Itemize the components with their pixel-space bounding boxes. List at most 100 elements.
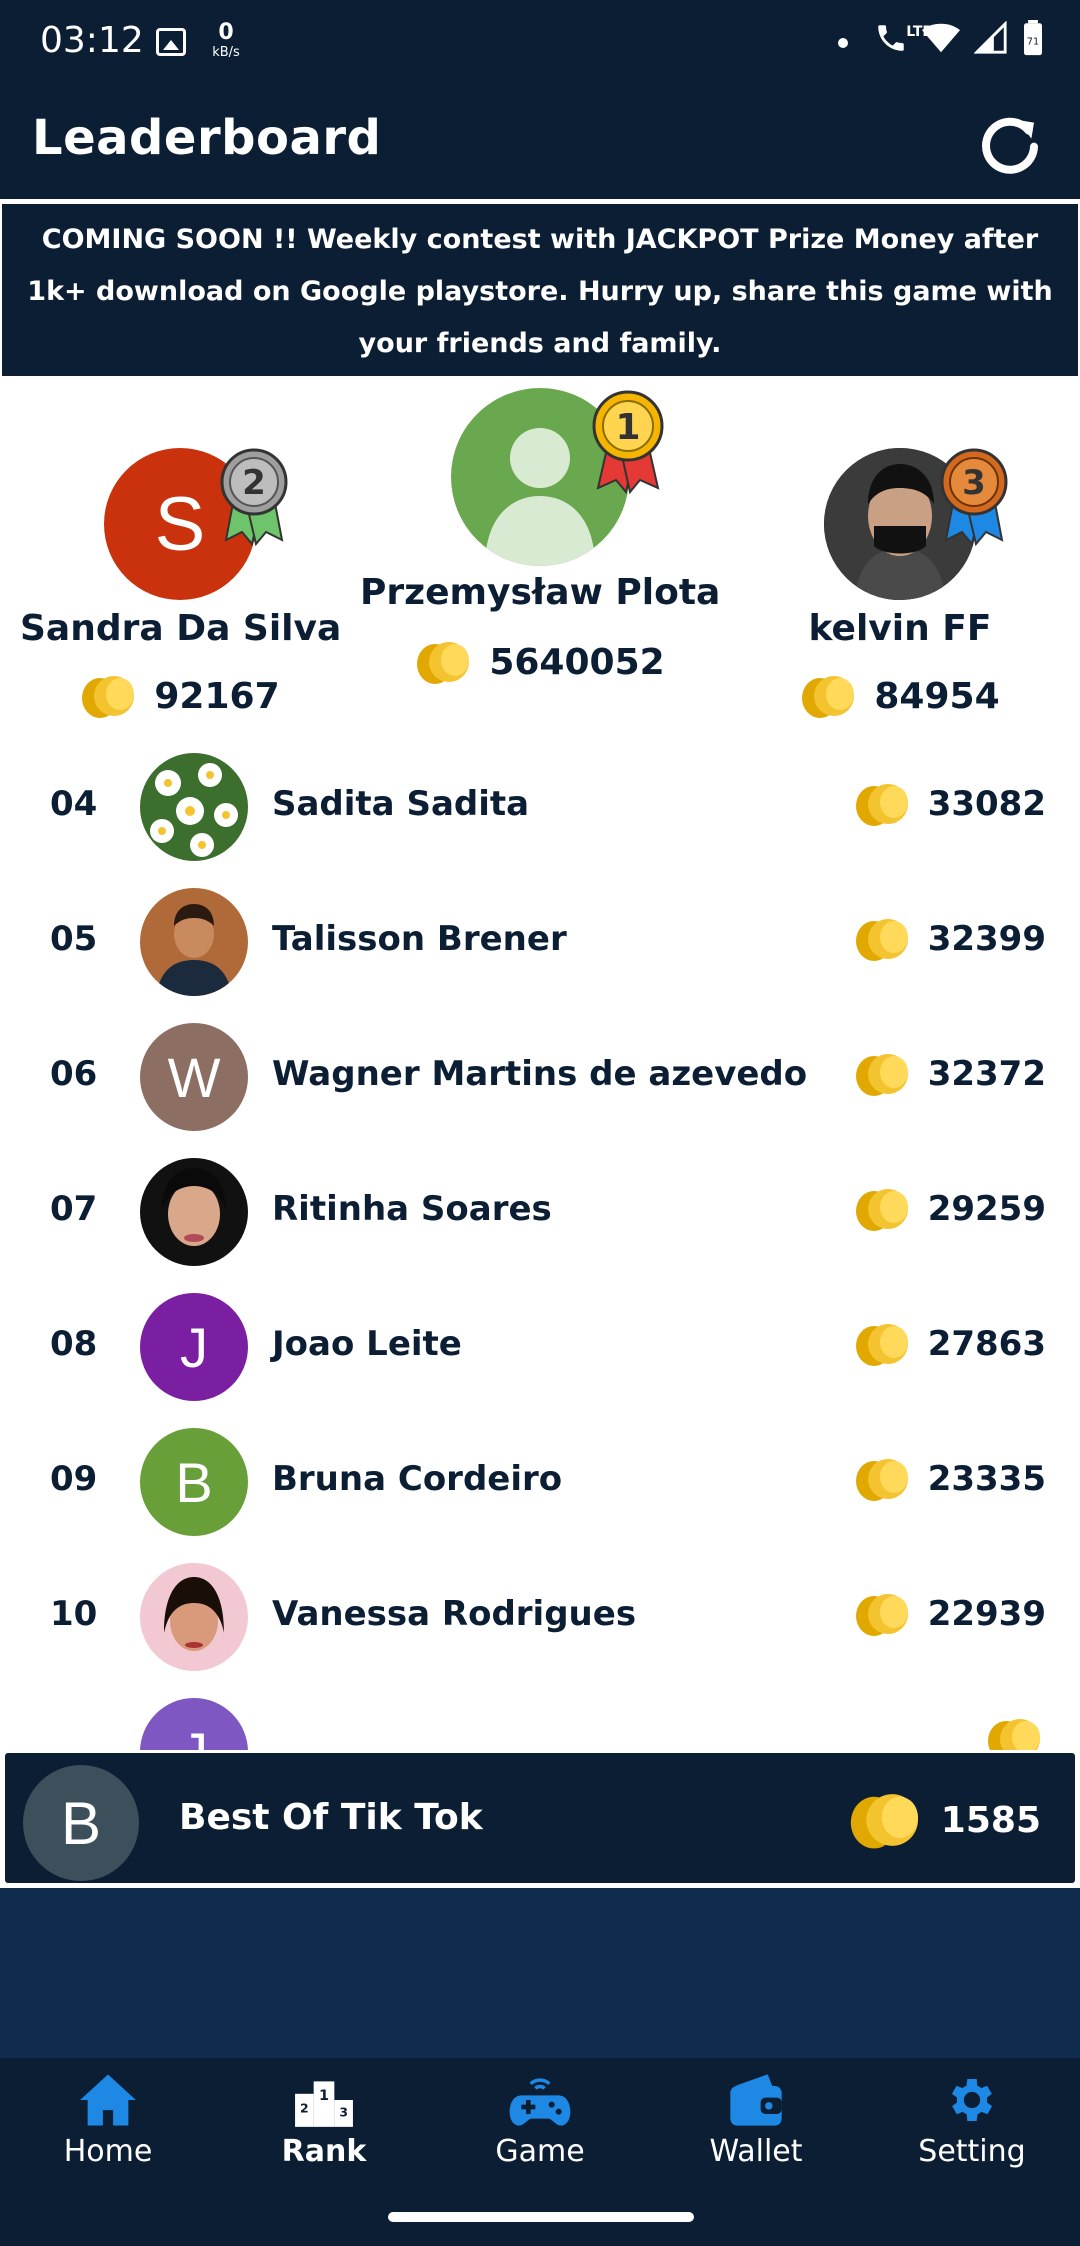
coin-icon — [855, 1054, 908, 1096]
list-item[interactable]: J — [0, 1685, 1080, 1750]
current-user-rank[interactable]: B Best Of Tik Tok 1585 — [2, 1750, 1078, 1886]
call-icon — [878, 25, 904, 51]
player-score: 84954 — [740, 672, 1060, 720]
avatar — [140, 1563, 248, 1671]
podium-third[interactable]: 3 kelvin FF 84954 — [740, 376, 1060, 736]
player-name: Vanessa Rodrigues — [272, 1594, 637, 1634]
medal-number: 3 — [962, 463, 986, 503]
medal-number: 1 — [615, 407, 640, 448]
player-name: Joao Leite — [272, 1324, 462, 1364]
podium-second[interactable]: S 2 Sandra Da Silva 92167 — [20, 376, 342, 736]
avatar: J — [140, 1698, 248, 1750]
network-type: LTE — [906, 24, 932, 40]
score-value: 32372 — [927, 1054, 1046, 1094]
home-gesture-handle[interactable] — [388, 2212, 694, 2222]
player-name: Sandra Da Silva — [20, 608, 342, 649]
top-three-podium: S 2 Sandra Da Silva 92167 1 Przemysław P… — [0, 376, 1080, 736]
podium-first[interactable]: 1 Przemysław Plota 5640052 — [360, 376, 720, 706]
wallet-icon — [730, 2074, 782, 2126]
score-value: 84954 — [874, 675, 1000, 717]
coin-icon — [855, 1459, 908, 1501]
player-score: 29259 — [854, 1185, 1046, 1233]
list-item[interactable]: 07 Ritinha Soares 29259 — [0, 1145, 1080, 1280]
nav-rank[interactable]: 1 2 3 Rank — [216, 2058, 432, 2186]
gamepad-icon — [509, 2078, 571, 2126]
coin-icon — [855, 1189, 908, 1231]
network-speed: 0 kB/s — [206, 20, 246, 60]
player-name: Best Of Tik Tok — [179, 1797, 483, 1838]
battery-level: 71 — [1027, 37, 1039, 48]
nav-game[interactable]: Game — [432, 2058, 648, 2186]
score-value: 27863 — [927, 1324, 1046, 1364]
list-item[interactable]: 05 Talisson Brener 32399 — [0, 875, 1080, 1010]
nav-label: Wallet — [709, 2134, 803, 2169]
avatar-letter: J — [140, 1293, 248, 1401]
app-header: Leaderboard — [0, 86, 1080, 202]
player-name: Ritinha Soares — [272, 1189, 552, 1229]
avatar: J — [140, 1293, 248, 1401]
silver-medal-icon: 2 — [220, 448, 288, 546]
status-bar: 03:12 0 kB/s LTE 71 — [0, 0, 1080, 86]
content-background — [0, 1888, 1080, 2058]
nav-setting[interactable]: Setting — [864, 2058, 1080, 2186]
score-value: 33082 — [927, 784, 1046, 824]
player-score: 33082 — [854, 780, 1046, 828]
rank-number: 09 — [50, 1459, 98, 1499]
podium-icon: 1 2 3 — [295, 2081, 353, 2127]
refresh-button[interactable] — [978, 112, 1042, 176]
system-navigation-bar — [0, 2186, 1080, 2246]
avatar-letter: W — [140, 1023, 248, 1131]
notification-dot-icon — [838, 38, 848, 48]
score-value: 1585 — [940, 1799, 1041, 1841]
medal-number: 2 — [242, 463, 266, 503]
coin-icon — [988, 1719, 1040, 1750]
svg-text:2: 2 — [300, 2100, 309, 2115]
coin-icon — [417, 642, 470, 684]
coin-icon — [850, 1794, 918, 1849]
image-notification-icon — [156, 28, 186, 56]
player-name: Wagner Martins de azevedo — [272, 1054, 808, 1094]
avatar: W — [140, 1023, 248, 1131]
coin-icon — [82, 676, 135, 718]
status-icons: LTE 71 — [874, 20, 1044, 56]
score-value: 5640052 — [489, 641, 665, 683]
rank-number: 06 — [50, 1054, 98, 1094]
list-item[interactable]: 04 Sadita Sadita 33082 — [0, 740, 1080, 875]
player-name: Sadita Sadita — [272, 784, 530, 824]
player-score: 23335 — [854, 1455, 1046, 1503]
gold-medal-icon: 1 — [592, 390, 664, 495]
list-item[interactable]: 10 Vanessa Rodrigues 22939 — [0, 1550, 1080, 1685]
score-value: 29259 — [927, 1189, 1046, 1229]
speed-unit: kB/s — [212, 45, 240, 60]
list-item[interactable]: 06 W Wagner Martins de azevedo 32372 — [0, 1010, 1080, 1145]
coin-icon — [855, 919, 908, 961]
player-score: 1585 — [847, 1789, 1041, 1851]
coin-icon — [855, 1324, 908, 1366]
list-item[interactable]: 09 B Bruna Cordeiro 23335 — [0, 1415, 1080, 1550]
nav-wallet[interactable]: Wallet — [648, 2058, 864, 2186]
signal-icon — [974, 21, 1007, 54]
player-score: 5640052 — [360, 638, 720, 686]
avatar — [140, 1158, 248, 1266]
rank-list[interactable]: 04 Sadita Sadita 33082 05 Talisson Brene… — [0, 740, 1080, 1750]
coin-icon — [802, 676, 855, 718]
status-time: 03:12 — [40, 20, 144, 61]
gear-icon — [951, 2079, 993, 2121]
rank-number: 08 — [50, 1324, 98, 1364]
svg-text:1: 1 — [319, 2088, 329, 2104]
player-name: Bruna Cordeiro — [272, 1459, 563, 1499]
nav-label: Rank — [281, 2134, 367, 2169]
coin-icon — [855, 1594, 908, 1636]
nav-home[interactable]: Home — [0, 2058, 216, 2186]
player-score: 22939 — [854, 1590, 1046, 1638]
avatar: B — [23, 1765, 139, 1881]
list-item[interactable]: 08 J Joao Leite 27863 — [0, 1280, 1080, 1415]
avatar-letter: B — [140, 1428, 248, 1536]
avatar — [140, 888, 248, 996]
rank-number: 07 — [50, 1189, 98, 1229]
speed-value: 0 — [218, 20, 234, 45]
battery-icon: 71 — [1024, 20, 1042, 56]
bronze-medal-icon: 3 — [940, 448, 1008, 546]
nav-label: Game — [495, 2134, 585, 2169]
player-score: 32372 — [854, 1050, 1046, 1098]
